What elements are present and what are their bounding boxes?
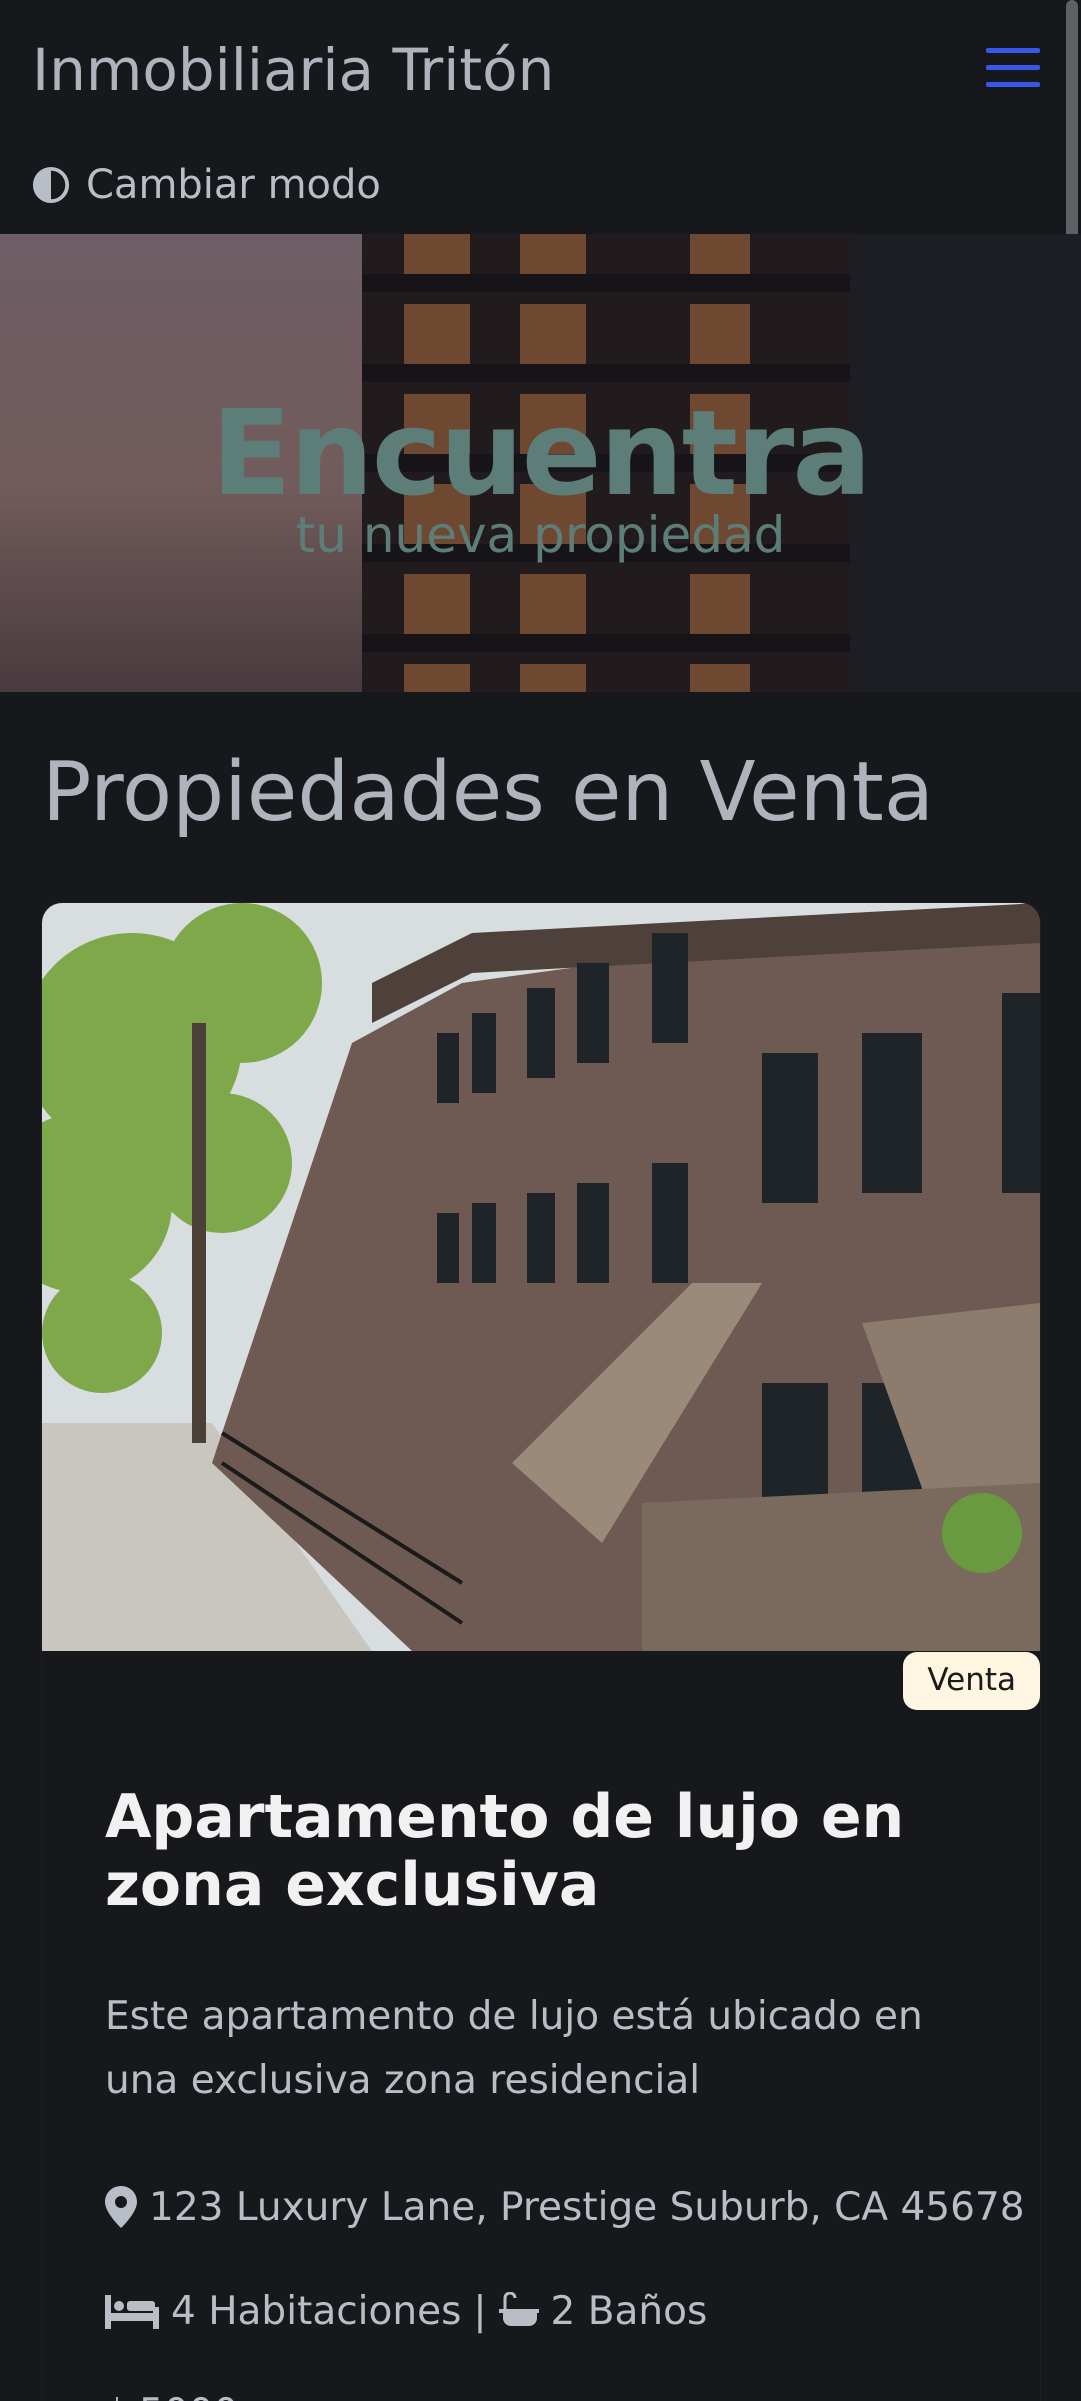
property-address: 123 Luxury Lane, Prestige Suburb, CA 456… (105, 2180, 1025, 2234)
property-title[interactable]: Apartamento de lujo en zona exclusiva (105, 1783, 985, 1919)
theme-toggle-button[interactable]: Cambiar modo (32, 160, 381, 210)
property-rooms: 4 Habitaciones | 2 Baños (105, 2284, 707, 2338)
bed-icon (105, 2295, 159, 2329)
property-description: Este apartamento de lujo está ubicado en… (105, 1994, 923, 2103)
hero-subtitle: tu nueva propiedad (295, 506, 786, 564)
property-card[interactable]: Venta Apartamento de lujo en zona exclus… (42, 903, 1040, 2401)
separator: | (473, 2288, 487, 2334)
map-marker-icon (105, 2186, 137, 2228)
hamburger-menu-button[interactable] (986, 46, 1040, 90)
half-circle-contrast-icon (32, 166, 70, 204)
price-text: 5000 (139, 2391, 238, 2401)
section-title: Propiedades en Venta (42, 745, 934, 840)
bathrooms-text: 2 Baños (550, 2288, 708, 2334)
theme-toggle-label: Cambiar modo (86, 162, 381, 208)
property-price: $ 5000 (105, 2386, 238, 2401)
dollar-icon: $ (105, 2392, 127, 2401)
svg-text:$: $ (105, 2392, 127, 2401)
navbar: Inmobiliaria Tritón Cambiar modo (0, 0, 1081, 234)
property-photo[interactable] (42, 903, 1040, 1651)
hero-banner: Encuentra tu nueva propiedad (0, 234, 1081, 692)
hero-title: Encuentra (211, 384, 872, 522)
address-text: 123 Luxury Lane, Prestige Suburb, CA 456… (149, 2184, 1025, 2230)
status-badge: Venta (903, 1652, 1040, 1710)
brand-title[interactable]: Inmobiliaria Tritón (32, 36, 554, 104)
bathtub-icon (498, 2292, 539, 2326)
hamburger-icon (986, 48, 1040, 53)
bedrooms-text: 4 Habitaciones (171, 2288, 462, 2334)
